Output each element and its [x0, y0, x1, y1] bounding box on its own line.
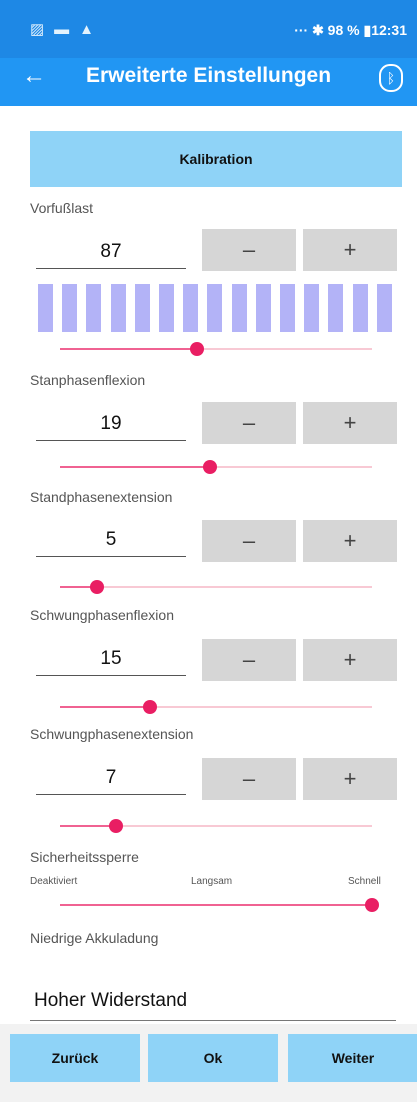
stanphasenflexion-label: Stanphasenflexion — [30, 372, 146, 388]
slider-thumb[interactable] — [143, 700, 158, 714]
standphasenextension-minus-button[interactable]: – — [202, 520, 296, 562]
slider-thumb[interactable] — [190, 342, 205, 356]
settings-panel: Kalibration Vorfußlast 87 – + Stanphasen… — [0, 106, 417, 1024]
speed-option-langsam: Langsam — [191, 876, 233, 887]
schwungphasenextension-minus-button[interactable]: – — [202, 758, 296, 800]
slider-thumb[interactable] — [365, 898, 379, 912]
standphasenextension-plus-button[interactable]: + — [303, 520, 397, 562]
schwungphasenextension-value[interactable]: 7 — [36, 758, 186, 795]
bottom-bar: Zurück Ok Weiter — [0, 1024, 417, 1102]
ok-button[interactable]: Ok — [148, 1034, 278, 1082]
slider-thumb[interactable] — [90, 580, 105, 594]
speed-option-schnell: Schnell — [348, 876, 381, 887]
slider-thumb[interactable] — [202, 460, 217, 474]
standphasenextension-value[interactable]: 5 — [36, 520, 186, 557]
status-info: ··· ✱ 98 % ▮12:31 — [294, 22, 407, 38]
schwungphasenflexion-plus-button[interactable]: + — [303, 639, 397, 681]
vorfusslast-minus-button[interactable]: – — [202, 229, 296, 271]
akkuladung-label: Niedrige Akkuladung — [30, 930, 159, 946]
schwungphasenflexion-label: Schwungphasenflexion — [30, 607, 174, 623]
standphasenextension-label: Standphasenextension — [30, 489, 173, 505]
sicherheitssperre-label: Sicherheitssperre — [30, 849, 139, 865]
weiter-button[interactable]: Weiter — [288, 1034, 417, 1082]
schwungphasenflexion-minus-button[interactable]: – — [202, 639, 296, 681]
schwungphasenextension-slider[interactable] — [60, 819, 372, 833]
stanphasenflexion-minus-button[interactable]: – — [202, 402, 296, 444]
page-title: Erweiterte Einstellungen — [85, 64, 332, 87]
schwungphasenflexion-value[interactable]: 15 — [36, 639, 186, 676]
bluetooth-icon[interactable]: ᛒ — [379, 64, 403, 92]
sicherheitssperre-slider[interactable] — [60, 898, 379, 912]
stanphasenflexion-value[interactable]: 19 — [36, 404, 186, 441]
slider-thumb[interactable] — [109, 819, 124, 833]
schwungphasenextension-plus-button[interactable]: + — [303, 758, 397, 800]
status-bar: ▨▬▲ ··· ✱ 98 % ▮12:31 — [0, 0, 417, 58]
stanphasenflexion-plus-button[interactable]: + — [303, 402, 397, 444]
vorfusslast-label: Vorfußlast — [30, 200, 94, 216]
speed-option-deaktiviert: Deaktiviert — [30, 876, 78, 887]
app-bar: ← Erweiterte Einstellungen ᛒ — [0, 58, 417, 106]
load-bar-graph — [38, 284, 392, 332]
zurueck-button[interactable]: Zurück — [10, 1034, 140, 1082]
schwungphasenflexion-slider[interactable] — [60, 700, 372, 714]
vorfusslast-slider[interactable] — [60, 342, 372, 356]
akkuladung-dropdown[interactable]: Hoher Widerstand — [30, 981, 396, 1021]
kalibration-button[interactable]: Kalibration — [30, 131, 402, 187]
status-icons: ▨▬▲ — [30, 21, 105, 38]
vorfusslast-value[interactable]: 87 — [36, 232, 186, 269]
stanphasenflexion-slider[interactable] — [60, 460, 372, 474]
vorfusslast-plus-button[interactable]: + — [303, 229, 397, 271]
schwungphasenextension-label: Schwungphasenextension — [30, 726, 194, 742]
standphasenextension-slider[interactable] — [60, 580, 372, 594]
